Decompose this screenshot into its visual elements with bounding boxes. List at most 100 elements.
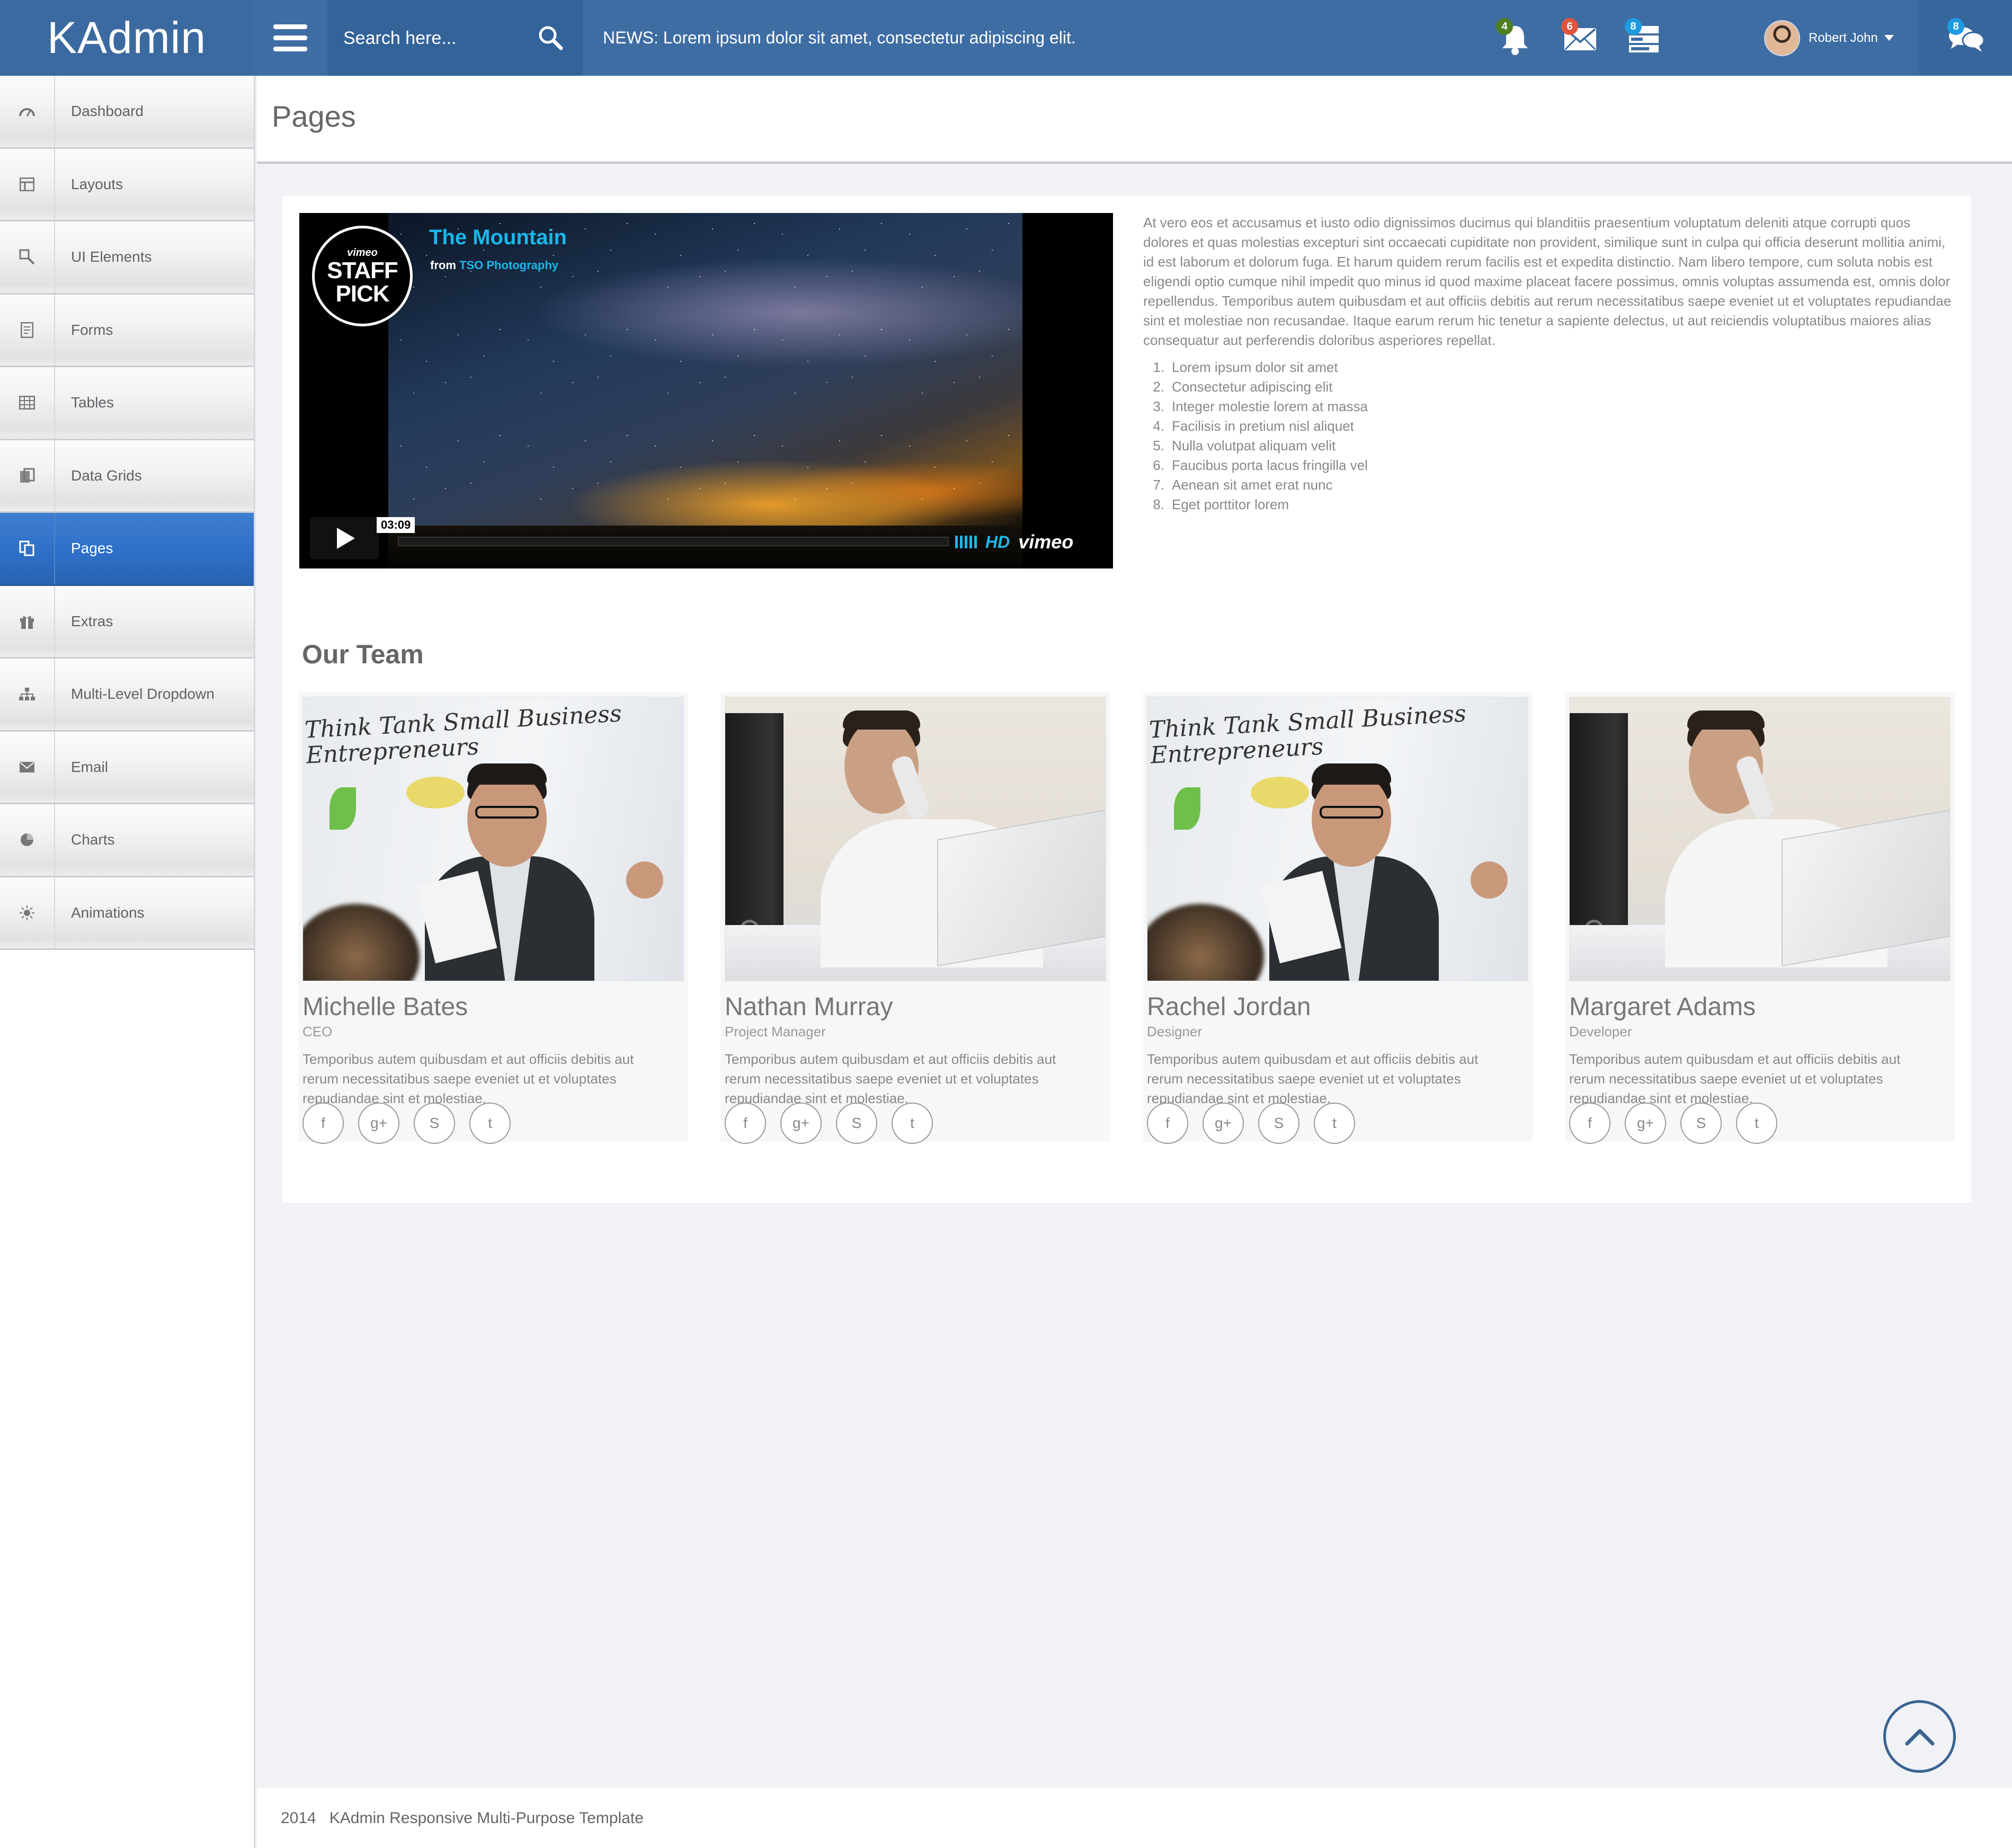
notification-count-badge: 4	[1496, 18, 1513, 35]
member-name: Michelle Bates	[302, 993, 468, 1021]
sidebar-item-ui-elements[interactable]: UI Elements	[0, 221, 254, 295]
list-item: 2. Consectetur adipiscing elit	[1153, 379, 1333, 395]
member-name: Rachel Jordan	[1147, 993, 1311, 1021]
search-box	[327, 0, 583, 76]
footer-text: 2014 KAdmin Responsive Multi-Purpose Tem…	[281, 1809, 644, 1827]
team-card: Think Tank Small Business Entrepreneurs …	[298, 692, 688, 1144]
sidebar-item-extras[interactable]: Extras	[0, 585, 254, 659]
team-card: Think Tank Small Business Entrepreneurs …	[1143, 692, 1533, 1144]
brand-logo[interactable]: KAdmin	[0, 0, 253, 76]
video-author-link[interactable]: TSO Photography	[459, 259, 558, 272]
notifications-button[interactable]: 4	[1494, 18, 1536, 60]
video-duration: 03:09	[377, 517, 415, 533]
user-name: Robert John	[1809, 30, 1878, 45]
sidebar-item-label: Pages	[71, 540, 113, 557]
ui-elements-icon	[0, 221, 55, 293]
member-role: Developer	[1569, 1024, 1632, 1040]
messages-button[interactable]: 6	[1559, 18, 1601, 60]
facebook-icon[interactable]: f	[725, 1103, 766, 1144]
sidebar-item-label: Extras	[71, 612, 113, 629]
sidebar-item-pages[interactable]: Pages	[0, 513, 254, 586]
list-item: 6. Faucibus porta lacus fringilla vel	[1153, 457, 1368, 473]
caret-down-icon	[1884, 35, 1894, 41]
tasks-button[interactable]: 8	[1623, 18, 1665, 60]
twitter-icon[interactable]: t	[1736, 1103, 1777, 1144]
vimeo-logo[interactable]: vimeo	[1018, 531, 1073, 553]
facebook-icon[interactable]: f	[1569, 1103, 1610, 1144]
dashboard-icon	[0, 76, 55, 147]
skype-icon[interactable]: S	[836, 1103, 877, 1144]
task-count-badge: 8	[1625, 18, 1642, 35]
facebook-icon[interactable]: f	[1147, 1103, 1188, 1144]
sidebar-item-label: UI Elements	[71, 248, 152, 265]
video-from-prefix: from	[430, 259, 456, 272]
sidebar: Dashboard Layouts UI Elements Forms Tabl…	[0, 76, 255, 1848]
twitter-icon[interactable]: t	[892, 1103, 933, 1144]
sidebar-item-multi-level-dropdown[interactable]: Multi-Level Dropdown	[0, 659, 254, 732]
search-input[interactable]	[343, 22, 534, 54]
facebook-icon[interactable]: f	[302, 1103, 344, 1144]
menu-toggle-button[interactable]	[253, 0, 327, 76]
play-icon	[337, 528, 355, 549]
back-to-top-button[interactable]	[1883, 1700, 1956, 1773]
list-item: 5. Nulla volutpat aliquam velit	[1153, 438, 1336, 454]
sidebar-item-label: Dashboard	[71, 103, 144, 120]
member-role: CEO	[302, 1024, 333, 1040]
sidebar-item-tables[interactable]: Tables	[0, 367, 254, 440]
search-button[interactable]	[533, 20, 568, 55]
google-plus-icon[interactable]: g+	[1625, 1103, 1666, 1144]
sun-icon	[0, 877, 55, 948]
sidebar-item-label: Email	[71, 758, 109, 775]
user-menu[interactable]: Robert John	[1764, 0, 1894, 76]
sidebar-item-email[interactable]: Email	[0, 731, 254, 804]
sidebar-item-animations[interactable]: Animations	[0, 877, 254, 950]
skype-icon[interactable]: S	[1258, 1103, 1299, 1144]
hd-toggle[interactable]: HD	[985, 532, 1010, 552]
video-progress-bar[interactable]	[398, 537, 949, 546]
data-grids-icon	[0, 440, 55, 511]
team-photo	[1569, 697, 1951, 981]
google-plus-icon[interactable]: g+	[780, 1103, 822, 1144]
video-title[interactable]: The Mountain	[429, 226, 567, 250]
sidebar-item-data-grids[interactable]: Data Grids	[0, 440, 254, 513]
staff-pick-line1: STAFF	[327, 257, 398, 283]
page-header: Pages	[257, 76, 2012, 164]
staff-pick-badge: vimeo STAFF PICK	[312, 226, 413, 326]
gift-icon	[0, 585, 55, 657]
video-player[interactable]: vimeo STAFF PICK The Mountain from TSO P…	[299, 213, 1113, 568]
sidebar-item-label: Multi-Level Dropdown	[71, 686, 215, 703]
topbar: KAdmin NEWS: Lorem ipsum dolor sit amet,…	[0, 0, 2012, 76]
pages-icon	[0, 513, 55, 584]
video-author: from TSO Photography	[430, 259, 558, 272]
volume-icon[interactable]	[955, 536, 977, 548]
list-item: 1. Lorem ipsum dolor sit amet	[1153, 359, 1338, 375]
horizon-silhouette	[388, 526, 1022, 568]
play-button[interactable]	[310, 517, 379, 559]
skype-icon[interactable]: S	[1680, 1103, 1722, 1144]
sidebar-item-dashboard[interactable]: Dashboard	[0, 76, 254, 149]
twitter-icon[interactable]: t	[1314, 1103, 1355, 1144]
chat-button[interactable]: 8	[1945, 18, 1988, 60]
news-ticker: NEWS: Lorem ipsum dolor sit amet, consec…	[603, 28, 1076, 47]
layouts-icon	[0, 148, 55, 220]
twitter-icon[interactable]: t	[469, 1103, 511, 1144]
team-photo: Think Tank Small Business Entrepreneurs	[1147, 697, 1528, 981]
google-plus-icon[interactable]: g+	[1203, 1103, 1244, 1144]
sidebar-item-layouts[interactable]: Layouts	[0, 148, 254, 221]
footer-year: 2014	[281, 1809, 316, 1827]
footer: 2014 KAdmin Responsive Multi-Purpose Tem…	[257, 1788, 2012, 1848]
sidebar-item-charts[interactable]: Charts	[0, 804, 254, 877]
google-plus-icon[interactable]: g+	[358, 1103, 399, 1144]
team-photo: Think Tank Small Business Entrepreneurs	[302, 697, 684, 981]
content-panel: vimeo STAFF PICK The Mountain from TSO P…	[282, 196, 1971, 1203]
page-title: Pages	[272, 100, 356, 133]
steps-list: 1. Lorem ipsum dolor sit amet 2. Consectet…	[1143, 358, 1938, 514]
sidebar-item-label: Layouts	[71, 175, 123, 192]
skype-icon[interactable]: S	[414, 1103, 455, 1144]
list-item: 8. Eget porttitor lorem	[1153, 496, 1289, 512]
intro-paragraph: At vero eos et accusamus et iusto odio d…	[1143, 215, 1952, 348]
team-card: Nathan Murray Project Manager Temporibus…	[720, 692, 1110, 1144]
sidebar-item-forms[interactable]: Forms	[0, 294, 254, 367]
member-bio: Temporibus autem quibusdam et aut offici…	[725, 1051, 1056, 1106]
member-bio: Temporibus autem quibusdam et aut offici…	[302, 1051, 634, 1106]
